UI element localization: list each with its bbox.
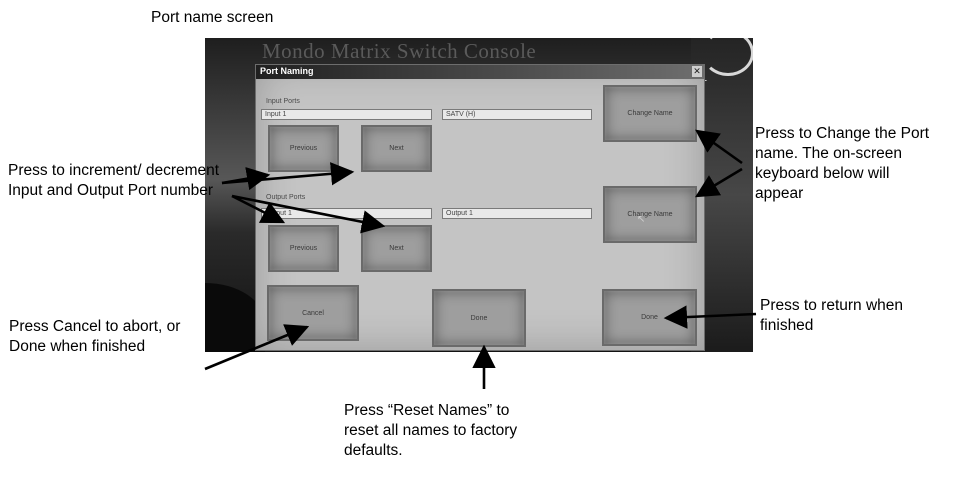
arrow-to-output-next (231, 194, 386, 234)
arrow-to-output-change-name (694, 167, 743, 198)
arrow-to-done (663, 305, 757, 329)
arrow-to-cancel (204, 324, 310, 371)
arrow-to-input-next (221, 162, 355, 186)
arrow-to-input-change-name (695, 129, 743, 165)
callout-arrows (204, 129, 757, 389)
